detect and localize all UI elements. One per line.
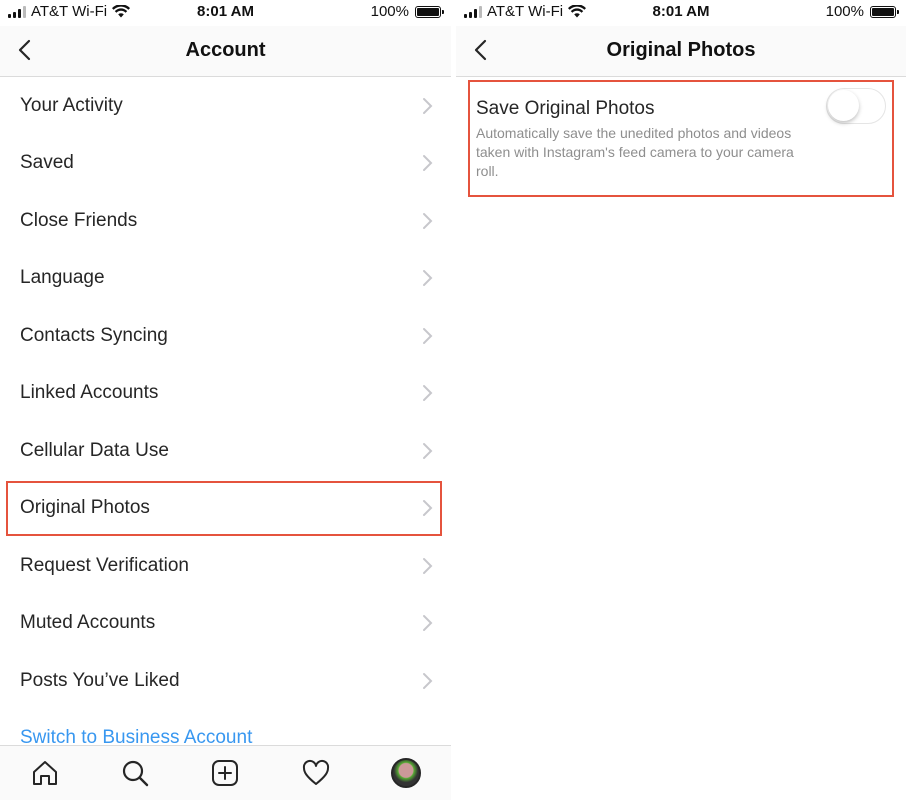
battery-indicator: 100%: [825, 3, 899, 20]
home-icon: [33, 761, 58, 785]
menu-item-cellular-data-use[interactable]: Cellular Data Use: [0, 422, 451, 480]
battery-icon: [870, 5, 899, 18]
menu-item-label: Cellular Data Use: [20, 439, 169, 461]
chevron-right-icon: [423, 270, 433, 287]
menu-item-label: Contacts Syncing: [20, 324, 168, 346]
menu-item-saved[interactable]: Saved: [0, 135, 451, 193]
account-screen: AT&T Wi-Fi 8:01 AM 100% Account Your Act…: [0, 0, 451, 800]
chevron-right-icon: [423, 385, 433, 402]
chevron-right-icon: [423, 212, 433, 229]
tab-profile[interactable]: [390, 757, 422, 789]
menu-item-original-photos[interactable]: Original Photos: [5, 480, 443, 538]
battery-icon: [415, 5, 444, 18]
chevron-right-icon: [423, 97, 433, 114]
tab-activity[interactable]: [300, 757, 332, 789]
menu-item-label: Request Verification: [20, 554, 189, 576]
menu-item-label: Close Friends: [20, 209, 138, 231]
page-title: Account: [185, 39, 266, 61]
search-icon: [123, 760, 149, 787]
chevron-right-icon: [423, 327, 433, 344]
setting-description: Automatically save the unedited photos a…: [476, 125, 794, 179]
menu-item-posts-liked[interactable]: Posts You’ve Liked: [0, 652, 451, 710]
menu-item-label: Posts You’ve Liked: [20, 669, 180, 691]
avatar: [390, 758, 421, 788]
chevron-right-icon: [423, 672, 433, 689]
chevron-right-icon: [423, 615, 433, 632]
status-bar: AT&T Wi-Fi 8:01 AM 100%: [0, 0, 451, 26]
new-post-icon: [212, 760, 239, 786]
menu-item-contacts-syncing[interactable]: Contacts Syncing: [0, 307, 451, 365]
save-original-photos-setting: Save Original Photos Automatically save …: [468, 80, 894, 197]
tab-new-post[interactable]: [209, 757, 241, 789]
account-menu: Your Activity Saved Close Friends Langua…: [0, 77, 451, 767]
menu-item-label: Saved: [20, 152, 74, 174]
battery-percent: 100%: [825, 3, 864, 20]
nav-bar: Original Photos: [456, 26, 906, 77]
tab-home[interactable]: [29, 757, 61, 789]
toggle-knob: [828, 90, 859, 121]
chevron-right-icon: [423, 500, 433, 517]
menu-item-your-activity[interactable]: Your Activity: [0, 77, 451, 135]
nav-bar: Account: [0, 26, 451, 77]
menu-item-label: Linked Accounts: [20, 382, 159, 404]
tab-bar: [0, 745, 451, 800]
battery-percent: 100%: [370, 3, 409, 20]
status-bar: AT&T Wi-Fi 8:01 AM 100%: [456, 0, 906, 26]
original-photos-screen: AT&T Wi-Fi 8:01 AM 100% Original Photos …: [456, 0, 906, 800]
menu-item-label: Language: [20, 267, 105, 289]
activity-heart-icon: [302, 759, 329, 785]
tab-search[interactable]: [119, 757, 151, 789]
chevron-right-icon: [423, 442, 433, 459]
menu-item-muted-accounts[interactable]: Muted Accounts: [0, 595, 451, 653]
menu-item-label: Original Photos: [20, 497, 150, 519]
menu-item-label: Muted Accounts: [20, 612, 156, 634]
setting-label: Save Original Photos: [476, 98, 655, 119]
menu-item-label: Your Activity: [20, 94, 123, 116]
battery-indicator: 100%: [370, 3, 444, 20]
menu-item-language[interactable]: Language: [0, 250, 451, 308]
menu-item-linked-accounts[interactable]: Linked Accounts: [0, 365, 451, 423]
chevron-right-icon: [423, 155, 433, 172]
chevron-right-icon: [423, 557, 433, 574]
save-original-photos-toggle[interactable]: [826, 88, 886, 124]
page-title: Original Photos: [606, 39, 756, 61]
menu-item-request-verification[interactable]: Request Verification: [0, 537, 451, 595]
menu-item-close-friends[interactable]: Close Friends: [0, 192, 451, 250]
